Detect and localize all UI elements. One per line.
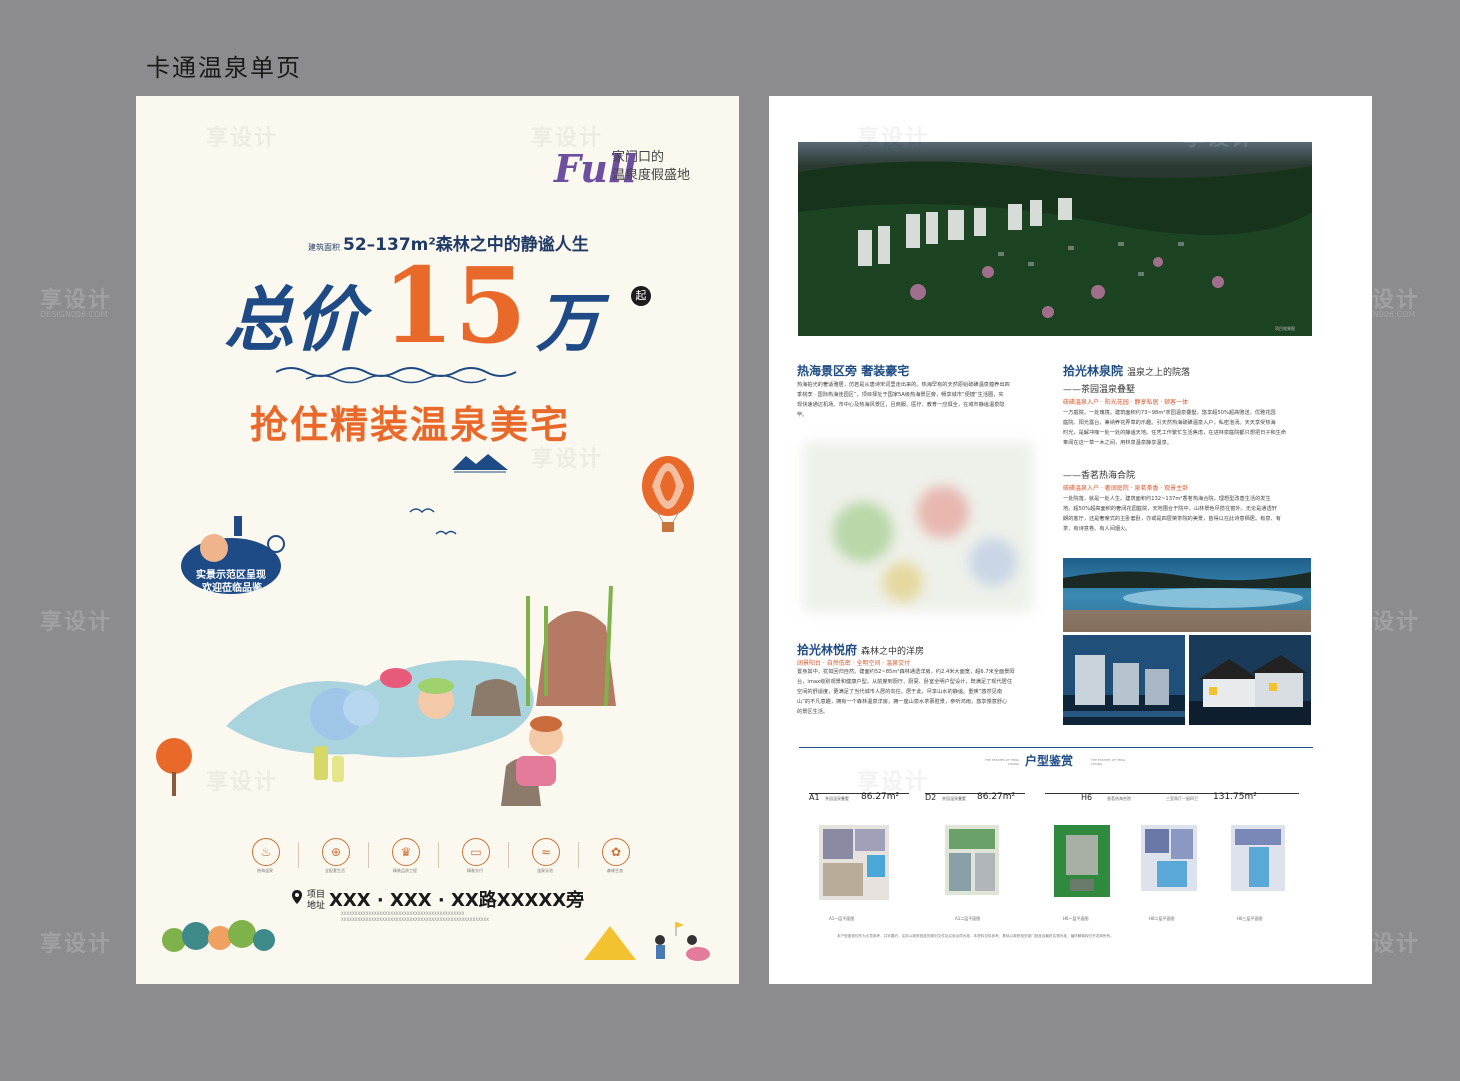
logo-line1: 家门口的 <box>612 150 665 165</box>
unit-name-d2: 茶园温泉叠墅 <box>942 796 966 801</box>
floor-plan-a1-1 <box>819 825 889 900</box>
watermark: 享设计 <box>1348 610 1421 635</box>
units-side-right: THE ESTATES OF TENG CHONG <box>1091 758 1126 766</box>
watermark: 享设计 <box>206 770 279 795</box>
page-title: 卡通温泉单页 <box>146 54 302 82</box>
bird-icon <box>435 530 457 536</box>
feature-caption: 热海温泉 <box>257 868 273 873</box>
address-label: 项目 地址 <box>307 890 326 911</box>
feature-caption: 精装交付 <box>467 868 483 873</box>
aerial-caption: 项目效果图 <box>1275 326 1295 331</box>
feature-caption: 森林生态 <box>607 868 623 873</box>
address-text: XXX · XXX · XX路XXXXX旁 <box>329 890 585 911</box>
price-unit: 万 <box>536 286 600 361</box>
bird-icon <box>409 508 435 514</box>
unit-area-h6: 131.75m² <box>1213 792 1257 802</box>
flyer-front: Full 家门口的 温泉度假盛地 建筑面积 52–137m²森林之中的静谧人生 总… <box>136 96 739 984</box>
plan-caption: H6二层平面图 <box>1149 916 1175 921</box>
watermark: 享设计 <box>857 126 930 151</box>
slogan: 抢住精装温泉美宅 <box>250 403 571 447</box>
bottle-icon <box>314 746 328 780</box>
feature-caption: 全配套生活 <box>325 868 345 873</box>
section2-title: 拾光林泉院 温泉之上的院落 <box>1063 364 1191 378</box>
wave-icon <box>276 367 517 384</box>
watermark-sub: DESIGN006.COM <box>1348 310 1416 319</box>
mountain-icon <box>452 454 508 470</box>
lake-photo <box>1063 558 1311 632</box>
plan-caption: H6三层平面图 <box>1237 916 1263 921</box>
headline-prefix: 建筑面积 <box>308 243 340 252</box>
section2-tag1: 硫磺温泉入户 · 阳光花园 · 静享私居 · 顿客一体 <box>1063 399 1189 406</box>
tree-icon: ✿ <box>602 838 630 866</box>
sofa-icon: ▭ <box>462 838 490 866</box>
price-suffix: 起 <box>631 286 651 306</box>
logo-line2: 温泉度假盛地 <box>612 168 691 183</box>
watermark: 享设计 <box>40 610 113 635</box>
unit-code-a1: A1 <box>809 793 820 802</box>
feature-icon-row: ♨ 热海温泉 ⊕ 全配套生活 ♛ 精装品质工程 ▭ 精装交付 ≈ 温泉泳池 ✿ … <box>136 838 739 878</box>
units-title: 户型鉴赏 <box>1025 754 1074 768</box>
aerial-photo <box>798 142 1312 336</box>
camping-decoration <box>584 922 710 961</box>
feature-caption: 温泉泳池 <box>537 868 553 873</box>
tent-icon <box>584 926 636 960</box>
price-number: 15 <box>382 244 527 367</box>
watermark: 享设计 <box>531 447 604 472</box>
unit-name-a1: 茶园温泉叠墅 <box>825 796 849 801</box>
badge-line2: 欢迎莅临品鉴 <box>202 583 262 594</box>
units-disclaimer: 本户型鉴赏仅作为示意参考，并非要约，实际以政府批准的规划文件及买卖合同为准，本资… <box>837 934 1114 938</box>
hot-spring-icon: ♨ <box>252 838 280 866</box>
tree-icon <box>156 738 192 774</box>
plan-caption: A1二层平面图 <box>955 916 981 921</box>
section2-tag2: 硫磺温泉入户 · 奢阔庭院 · 泉茗茶香 · 观景主卧 <box>1063 485 1189 492</box>
building-photo-2 <box>1189 635 1311 725</box>
section3-tag: 阔景阳台 · 自然低密 · 全明空间 · 温泉交付 <box>797 660 911 667</box>
hot-air-balloon-icon <box>642 456 694 532</box>
unit-area-d2: 86.27m² <box>977 792 1016 802</box>
watermark: 享设计 <box>40 932 113 957</box>
unit-code-h6: H6 <box>1081 793 1093 802</box>
swim-icon: ≈ <box>532 838 560 866</box>
feature-caption: 精装品质工程 <box>393 868 417 873</box>
watermark: 享设计 <box>1183 126 1256 151</box>
units-side-left: THE ESTATES OF TENG CHONG <box>984 758 1019 766</box>
section2-body2: 一处院落，就是一处人生。建筑面积约132~137m²香茗热海合院，理想型改善生活… <box>1063 496 1281 532</box>
bowl-icon <box>380 668 412 688</box>
sun-icon <box>267 535 285 553</box>
section2-sub1: ——茶园温泉叠墅 <box>1063 385 1136 395</box>
floor-plan-h6-2 <box>1141 825 1197 891</box>
location-map-blurred <box>803 442 1033 612</box>
section1-title: 热海景区旁 奢装豪宅 <box>797 364 910 378</box>
fine-print: XXXXXXXXXXXXXXXXXXXXXXXXXXXXXXXXXXXXXXXX… <box>341 911 489 922</box>
hot-spring-illustration <box>156 454 694 806</box>
section3-title: 拾光林悦府 森林之中的洋房 <box>797 643 925 657</box>
section1-body: 热海拍光的奢适雅居，仿若是从唐诗宋词里走出来的。热海罕有的天然原始硫磺温泉蕴养出… <box>797 382 1010 418</box>
section2-sub2: ——香茗热海合院 <box>1063 471 1136 481</box>
floor-plan-h6-3 <box>1231 825 1285 891</box>
trees-decoration <box>162 920 275 952</box>
section2-body1: 一方庭院，一处瑰境。建筑面积约73~98m²茶园温泉叠墅，悠享超50%超高赠送，… <box>1063 410 1287 446</box>
watermark-sub: DESIGN006.COM <box>40 310 108 319</box>
units-divider <box>799 747 1313 748</box>
unit-layout-h6: 三室两厅一厨四卫 <box>1166 796 1198 801</box>
basket-icon: ⊕ <box>322 838 350 866</box>
unit-name-h6: 香茗热海合院 <box>1107 796 1131 801</box>
floor-plan-a1-2 <box>945 825 999 895</box>
crown-icon: ♛ <box>392 838 420 866</box>
watermark: 享设计 <box>206 126 279 151</box>
plan-caption: H6一层平面图 <box>1063 916 1089 921</box>
building-photo-1 <box>1063 635 1185 725</box>
section3-body: 置身其中，犹如回归自然。建面约52~85m²森林通透洋房，约2.4米大面宽，超6… <box>797 669 1015 715</box>
flyer-back: 项目效果图 热海景区旁 奢装豪宅 热海拍光的奢适雅居，仿若是从唐诗宋词里走出来的… <box>769 96 1372 984</box>
watermark: 享设计 <box>1348 932 1421 957</box>
floor-plan-h6-1 <box>1054 825 1110 897</box>
watermark: 享设计 <box>531 126 604 151</box>
location-pin-icon <box>292 890 302 904</box>
plan-caption: A1一层平面图 <box>829 916 855 921</box>
watermark: 享设计 <box>857 770 930 795</box>
price-prefix: 总价 <box>224 278 364 361</box>
